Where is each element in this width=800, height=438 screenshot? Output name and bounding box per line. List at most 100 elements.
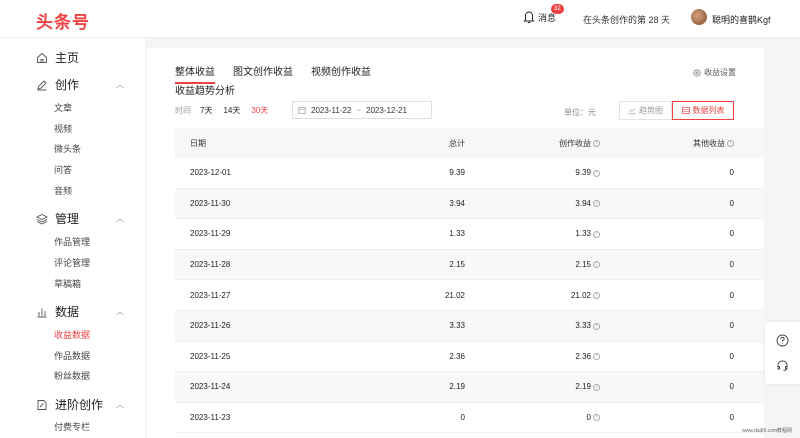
sidebar-group-advanced[interactable]: 进阶创作 ︿: [36, 396, 126, 413]
info-icon[interactable]: i: [593, 139, 600, 147]
cell-date-value: 2023-11-25: [190, 351, 231, 361]
info-icon[interactable]: i: [727, 139, 734, 147]
info-icon[interactable]: i: [593, 353, 600, 361]
sidebar-item-article[interactable]: 文章: [54, 101, 72, 114]
tab-video-revenue[interactable]: 视频创作收益: [311, 63, 371, 84]
info-icon[interactable]: i: [593, 414, 600, 422]
cell-other-revenue: 0: [600, 291, 734, 300]
time-option-30d[interactable]: 30天: [251, 105, 268, 116]
sidebar-group-data[interactable]: 数据 ︿: [36, 303, 126, 320]
sidebar-item-comments[interactable]: 评论管理: [54, 256, 90, 269]
date-range-picker[interactable]: 2023-11-22 ~ 2023-12-21: [292, 101, 432, 119]
messages-button[interactable]: 消息: [523, 11, 556, 24]
cell-date-value: 2023-11-28: [190, 260, 231, 270]
cell-other-revenue: 0: [600, 321, 734, 330]
info-icon[interactable]: i: [593, 169, 600, 177]
sidebar-item-revenue-data[interactable]: 收益数据: [54, 328, 90, 341]
sidebar-item-works-data[interactable]: 作品数据: [54, 349, 90, 362]
cell-creation-revenue: 3.33 i: [465, 321, 600, 330]
sidebar-item-drafts[interactable]: 草稿箱: [54, 277, 81, 290]
cell-total-value: 21.02: [444, 290, 465, 300]
revenue-settings-button[interactable]: 收益设置: [693, 67, 736, 78]
top-header: 头条号 消息 32 在头条创作的第 28 天 聪明的喜鹊Kgf: [0, 0, 800, 38]
data-list-label: 数据列表: [692, 106, 725, 115]
info-icon[interactable]: i: [593, 383, 600, 391]
info-icon[interactable]: i: [593, 292, 600, 300]
info-icon[interactable]: i: [593, 322, 600, 330]
cell-date-value: 2023-11-24: [190, 382, 231, 392]
cell-date: 2023-11-26: [175, 321, 325, 330]
headset-icon[interactable]: [776, 359, 789, 372]
sidebar-item-qa[interactable]: 问答: [54, 163, 72, 176]
calendar-icon: [298, 107, 306, 114]
cell-date: 2023-11-23: [175, 413, 325, 422]
cell-creation-revenue: 1.33 i: [465, 229, 600, 238]
cell-creation-revenue: 21.02 i: [465, 291, 600, 300]
chevron-up-icon: ︿: [116, 80, 124, 89]
info-icon[interactable]: i: [593, 230, 600, 238]
table-row: 2023-11-27 21.02 21.02 i 0: [175, 280, 764, 311]
cell-date: 2023-12-01: [175, 168, 325, 177]
revenue-tabs: 整体收益 图文创作收益 视频创作收益: [175, 63, 371, 84]
cell-creation-revenue-value: 2.36: [575, 351, 591, 361]
pen-icon: [37, 79, 47, 90]
sidebar-item-home[interactable]: 主页: [36, 49, 126, 66]
avatar[interactable]: [691, 9, 707, 25]
cell-date-value: 2023-11-27: [190, 290, 231, 300]
cell-total: 21.02: [325, 291, 465, 300]
time-option-7d[interactable]: 7天: [200, 105, 212, 116]
sidebar-item-works[interactable]: 作品管理: [54, 235, 90, 248]
logo[interactable]: 头条号: [36, 8, 90, 33]
date-end: 2023-12-21: [366, 105, 407, 115]
username[interactable]: 聪明的喜鹊Kgf: [712, 13, 771, 26]
sidebar-item-fans-data[interactable]: 粉丝数据: [54, 369, 90, 382]
sidebar-group-create[interactable]: 创作 ︿: [36, 76, 126, 93]
cell-other-revenue-value: 0: [729, 413, 734, 423]
header-creation-label: 创作收益: [559, 138, 591, 148]
table-row: 2023-11-25 2.36 2.36 i 0: [175, 342, 764, 373]
cell-date: 2023-11-28: [175, 260, 325, 269]
info-icon[interactable]: i: [593, 200, 600, 208]
table-row: 2023-11-24 2.19 2.19 i 0: [175, 372, 764, 403]
cell-other-revenue: 0: [600, 168, 734, 177]
line-chart-icon: [628, 107, 636, 114]
sidebar-group-manage[interactable]: 管理 ︿: [36, 210, 126, 227]
tab-article-revenue[interactable]: 图文创作收益: [233, 63, 293, 84]
cell-other-revenue-value: 0: [729, 260, 734, 270]
cell-total: 0: [325, 413, 465, 422]
cell-other-revenue: 0: [600, 199, 734, 208]
table-row: 2023-11-29 1.33 1.33 i 0: [175, 219, 764, 250]
cell-other-revenue: 0: [600, 352, 734, 361]
time-option-14d[interactable]: 14天: [223, 105, 240, 116]
cell-total-value: 3.33: [449, 321, 465, 331]
sidebar-item-paid-column[interactable]: 付费专栏: [54, 420, 90, 433]
cell-creation-revenue-value: 2.15: [575, 260, 591, 270]
sidebar-item-audio[interactable]: 音频: [54, 184, 72, 197]
revenue-panel: 整体收益 图文创作收益 视频创作收益 收益设置 收益趋势分析 时间 7天 14天…: [147, 48, 764, 438]
cell-total-value: 2.19: [449, 382, 465, 392]
sidebar-group-label: 进阶创作: [55, 398, 104, 412]
data-list-button[interactable]: 数据列表: [672, 101, 734, 120]
sidebar-item-video[interactable]: 视频: [54, 122, 72, 135]
cell-total: 9.39: [325, 168, 465, 177]
sidebar-group-label: 创作: [55, 78, 80, 92]
info-icon[interactable]: i: [593, 261, 600, 269]
table-row: 2023-12-01 9.39 9.39 i 0: [175, 158, 764, 189]
tab-overall-revenue[interactable]: 整体收益: [175, 63, 215, 84]
cell-date-value: 2023-11-30: [190, 198, 231, 208]
cell-creation-revenue: 9.39 i: [465, 168, 600, 177]
cell-creation-revenue: 2.15 i: [465, 260, 600, 269]
sidebar-group-label: 数据: [55, 305, 80, 319]
cell-other-revenue-value: 0: [729, 290, 734, 300]
settings-label: 收益设置: [704, 68, 736, 77]
watermark: www.dadi9.com教程网: [742, 428, 793, 434]
cell-date: 2023-11-25: [175, 352, 325, 361]
cell-creation-revenue: 3.94 i: [465, 199, 600, 208]
help-icon[interactable]: [776, 334, 789, 347]
trend-chart-button[interactable]: 趋势图: [619, 101, 672, 120]
sidebar-item-micro[interactable]: 微头条: [54, 142, 81, 155]
cell-creation-revenue-value: 3.33: [575, 321, 591, 331]
unit-label: 单位：元: [564, 108, 596, 117]
table-row: 2023-11-30 3.94 3.94 i 0: [175, 188, 764, 220]
cell-date: 2023-11-30: [175, 199, 325, 208]
